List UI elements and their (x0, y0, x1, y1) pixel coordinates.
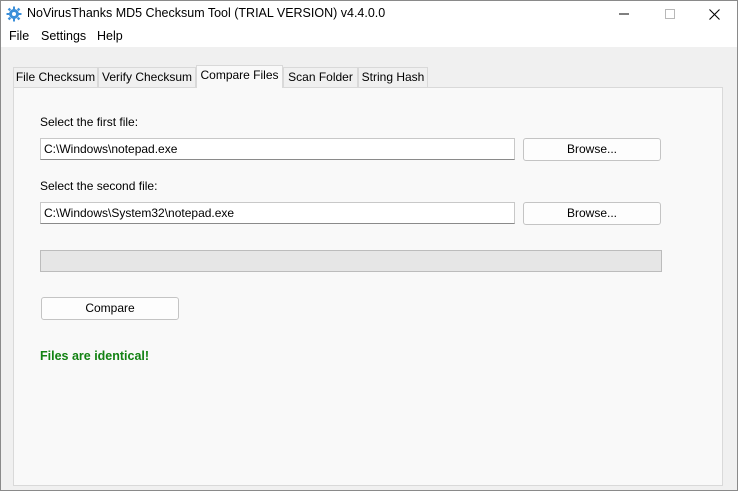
close-button[interactable] (691, 1, 737, 27)
minimize-icon (619, 13, 629, 15)
second-file-label: Select the second file: (40, 179, 158, 193)
first-file-input[interactable] (40, 138, 515, 160)
first-file-label: Select the first file: (40, 115, 139, 129)
tab-strip: File Checksum Verify Checksum Compare Fi… (13, 65, 729, 88)
compare-files-panel: Select the first file: Browse... Select … (13, 87, 723, 486)
window-title: NoVirusThanks MD5 Checksum Tool (TRIAL V… (27, 6, 386, 20)
browse-first-button[interactable]: Browse... (523, 138, 661, 161)
browse-second-button[interactable]: Browse... (523, 202, 661, 225)
tab-scan-folder[interactable]: Scan Folder (283, 67, 358, 87)
result-status-text: Files are identical! (40, 349, 150, 363)
compare-button[interactable]: Compare (41, 297, 179, 320)
client-area: File Checksum Verify Checksum Compare Fi… (1, 47, 737, 490)
menu-bar: File Settings Help (1, 27, 737, 47)
title-bar[interactable]: NoVirusThanks MD5 Checksum Tool (TRIAL V… (1, 1, 737, 27)
maximize-icon (665, 9, 675, 19)
second-file-input[interactable] (40, 202, 515, 224)
menu-file[interactable]: File (9, 29, 29, 43)
tab-verify-checksum[interactable]: Verify Checksum (98, 67, 196, 87)
menu-help[interactable]: Help (97, 29, 123, 43)
tab-string-hash[interactable]: String Hash (358, 67, 428, 87)
minimize-button[interactable] (601, 1, 647, 27)
maximize-button[interactable] (647, 1, 693, 27)
progress-bar (40, 250, 662, 272)
tab-file-checksum[interactable]: File Checksum (13, 67, 98, 87)
app-window: NoVirusThanks MD5 Checksum Tool (TRIAL V… (0, 0, 738, 491)
tab-compare-files[interactable]: Compare Files (196, 65, 283, 88)
gear-app-icon (6, 6, 22, 22)
close-icon (708, 8, 720, 20)
menu-settings[interactable]: Settings (41, 29, 86, 43)
